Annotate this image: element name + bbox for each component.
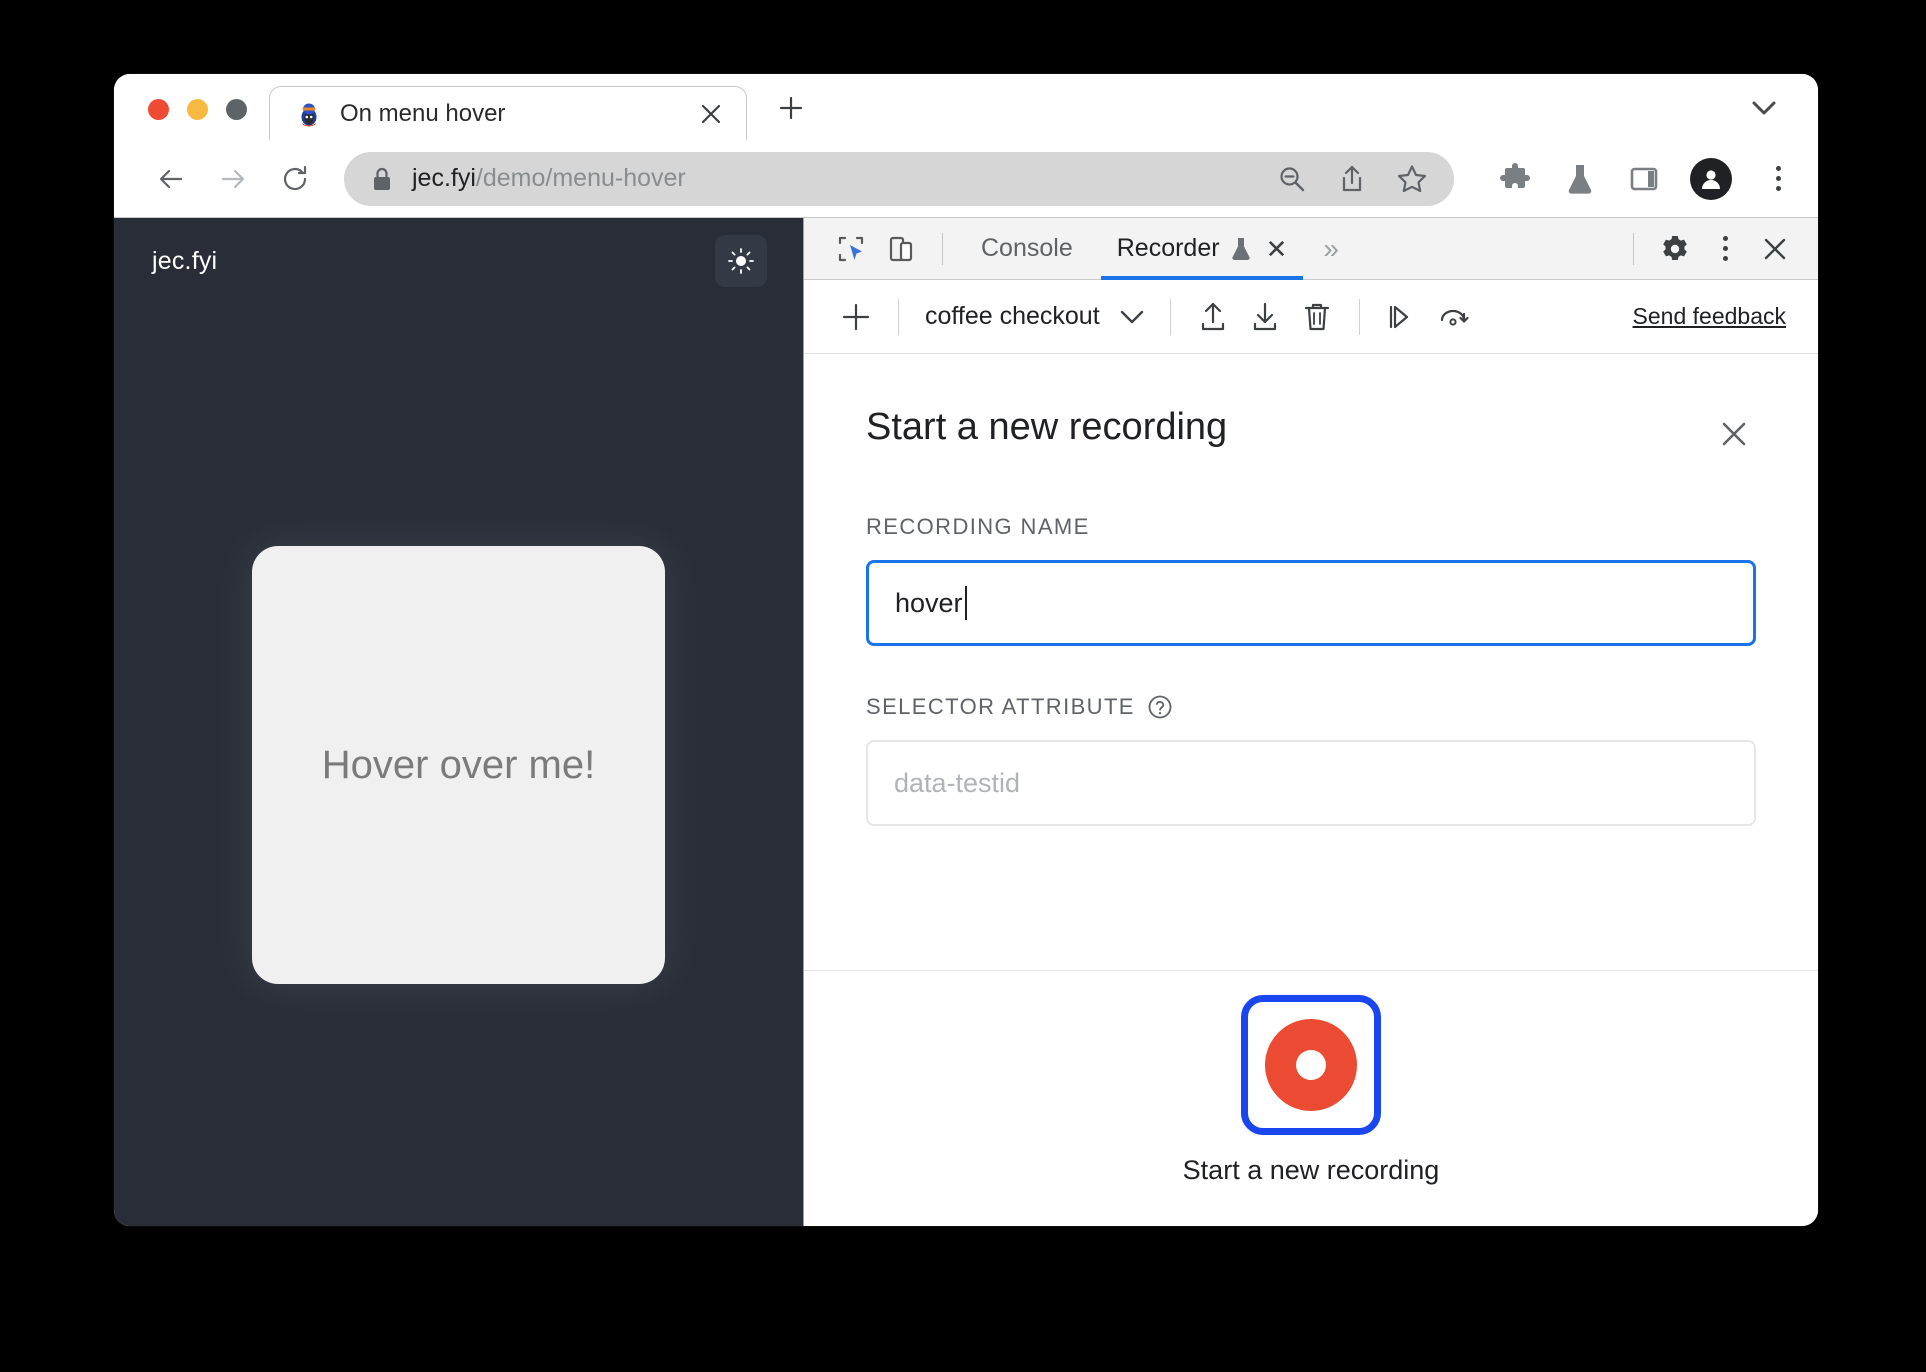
start-recording-label: Start a new recording bbox=[1182, 1155, 1440, 1185]
selector-attribute-input[interactable]: data-testid bbox=[866, 740, 1756, 826]
reload-icon[interactable] bbox=[264, 148, 326, 210]
tab-console-label: Console bbox=[981, 234, 1073, 262]
send-feedback-link[interactable]: Send feedback bbox=[1633, 303, 1786, 330]
delete-icon[interactable] bbox=[1291, 291, 1343, 343]
more-options-icon[interactable] bbox=[1700, 225, 1750, 273]
window-content: jec.fyi Hover over me! Console Recorder … bbox=[114, 218, 1818, 1226]
zoom-window-button[interactable] bbox=[226, 99, 247, 120]
import-icon[interactable] bbox=[1239, 291, 1291, 343]
tab-search-chevron-down-icon[interactable] bbox=[1734, 80, 1794, 136]
recorder-body: Start a new recording RECORDING NAME hov… bbox=[804, 354, 1818, 1226]
close-devtools-icon[interactable] bbox=[1750, 225, 1800, 273]
selector-attribute-label-text: SELECTOR ATTRIBUTE bbox=[866, 694, 1135, 719]
toolbar-divider bbox=[942, 232, 943, 265]
replay-step-icon[interactable] bbox=[1376, 291, 1428, 343]
back-arrow-icon[interactable] bbox=[140, 148, 202, 210]
export-icon[interactable] bbox=[1187, 291, 1239, 343]
recorder-toolbar: coffee checkout Send feedback bbox=[804, 280, 1818, 354]
profile-avatar[interactable] bbox=[1690, 157, 1732, 200]
more-tabs-button[interactable]: » bbox=[1309, 233, 1353, 265]
recording-name-label: RECORDING NAME bbox=[866, 514, 1090, 539]
window-controls bbox=[114, 99, 269, 140]
recording-name-input[interactable]: hover bbox=[866, 560, 1756, 646]
recorder-toolbar-divider-2 bbox=[1169, 298, 1171, 335]
hover-target-card[interactable]: Hover over me! bbox=[252, 546, 665, 984]
browser-menu-icon[interactable] bbox=[1760, 161, 1796, 197]
experiments-flask-icon bbox=[1230, 236, 1252, 262]
devtools-panel: Console Recorder ✕ » coffee checkout Sen… bbox=[804, 218, 1818, 1226]
zoom-out-icon[interactable] bbox=[1276, 163, 1308, 195]
penguin-favicon bbox=[296, 101, 322, 127]
experiments-flask-icon[interactable] bbox=[1562, 161, 1598, 197]
new-recording-header: Start a new recording bbox=[866, 406, 1756, 456]
new-tab-button[interactable] bbox=[763, 80, 819, 136]
browser-toolbar-actions bbox=[1472, 157, 1796, 200]
side-panel-icon[interactable] bbox=[1626, 161, 1662, 197]
url-path: /demo/menu-hover bbox=[475, 164, 686, 192]
selector-attribute-label: SELECTOR ATTRIBUTE bbox=[866, 694, 1756, 720]
recording-name-field: RECORDING NAME hover bbox=[866, 514, 1756, 646]
close-window-button[interactable] bbox=[148, 99, 169, 120]
new-recording-form: Start a new recording RECORDING NAME hov… bbox=[804, 354, 1818, 970]
tab-strip: On menu hover bbox=[114, 74, 1818, 140]
device-toolbar-icon[interactable] bbox=[876, 225, 926, 273]
sun-icon[interactable] bbox=[715, 235, 767, 287]
text-caret bbox=[964, 586, 967, 620]
bookmark-star-icon[interactable] bbox=[1396, 163, 1428, 195]
recording-name-value: hover bbox=[895, 587, 963, 618]
site-brand[interactable]: jec.fyi bbox=[152, 247, 217, 276]
omnibox-actions bbox=[1276, 163, 1436, 195]
tab-console[interactable]: Console bbox=[959, 218, 1095, 280]
chevron-down-icon[interactable] bbox=[1110, 295, 1154, 339]
inspect-element-icon[interactable] bbox=[826, 225, 876, 273]
minimize-window-button[interactable] bbox=[187, 99, 208, 120]
browser-toolbar: jec.fyi/demo/menu-hover bbox=[114, 140, 1818, 218]
address-bar[interactable]: jec.fyi/demo/menu-hover bbox=[344, 151, 1454, 206]
record-circle-icon bbox=[1265, 1019, 1357, 1111]
address-bar-url: jec.fyi/demo/menu-hover bbox=[412, 164, 1276, 193]
share-icon[interactable] bbox=[1336, 163, 1368, 195]
browser-window: On menu hover jec.fyi/demo/menu-hover je… bbox=[114, 74, 1818, 1226]
tab-title: On menu hover bbox=[340, 99, 506, 127]
tab-recorder[interactable]: Recorder ✕ bbox=[1095, 218, 1310, 280]
recorder-toolbar-divider-1 bbox=[898, 298, 899, 335]
more-options-dots bbox=[1722, 236, 1728, 261]
tab-recorder-label: Recorder bbox=[1116, 234, 1220, 262]
re-record-icon[interactable] bbox=[1428, 291, 1480, 343]
settings-gear-icon[interactable] bbox=[1650, 225, 1700, 273]
lock-icon bbox=[370, 165, 394, 193]
start-recording-button[interactable] bbox=[1241, 995, 1381, 1135]
add-recording-button[interactable] bbox=[830, 291, 882, 343]
page-viewport: jec.fyi Hover over me! bbox=[114, 218, 804, 1226]
close-tab-button[interactable] bbox=[696, 99, 726, 129]
selector-attribute-field: SELECTOR ATTRIBUTE data-testid bbox=[866, 694, 1756, 826]
recorder-toolbar-divider-3 bbox=[1358, 298, 1360, 335]
browser-menu-dots bbox=[1775, 166, 1781, 191]
hover-card-label: Hover over me! bbox=[321, 742, 596, 787]
screen: On menu hover jec.fyi/demo/menu-hover je… bbox=[0, 0, 1926, 1372]
current-recording-name[interactable]: coffee checkout bbox=[915, 302, 1110, 331]
help-icon[interactable] bbox=[1147, 694, 1173, 720]
close-panel-button[interactable] bbox=[1712, 412, 1756, 456]
recorder-footer: Start a new recording bbox=[804, 970, 1818, 1226]
page-title: Start a new recording bbox=[866, 406, 1228, 448]
extensions-puzzle-icon[interactable] bbox=[1498, 161, 1534, 197]
hover-card-container: Hover over me! bbox=[114, 304, 803, 1226]
site-header: jec.fyi bbox=[114, 218, 803, 304]
toolbar-divider-right bbox=[1633, 232, 1634, 265]
devtools-tab-bar: Console Recorder ✕ » bbox=[804, 218, 1818, 280]
close-recorder-tab-button[interactable]: ✕ bbox=[1266, 236, 1288, 262]
browser-tab-active[interactable]: On menu hover bbox=[269, 86, 747, 140]
url-host: jec.fyi bbox=[412, 164, 476, 192]
forward-arrow-icon[interactable] bbox=[202, 148, 264, 210]
selector-attribute-placeholder: data-testid bbox=[894, 767, 1021, 798]
